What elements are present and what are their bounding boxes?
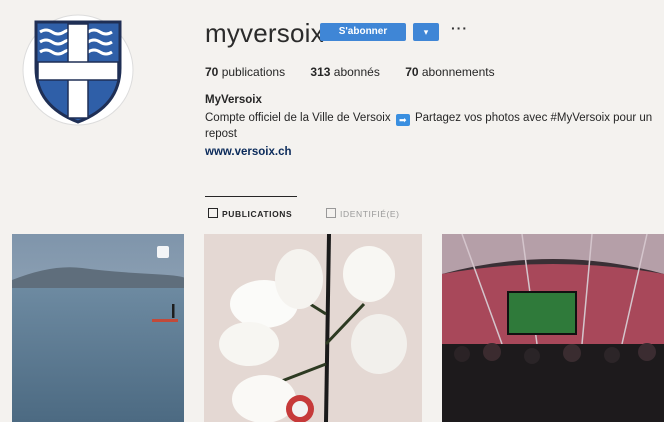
- profile-stats: 70 publications 313 abonnés 70 abonnemen…: [205, 65, 517, 79]
- active-tab-indicator: [205, 196, 297, 197]
- tab-publications[interactable]: PUBLICATIONS: [208, 208, 292, 219]
- screening-photo: [442, 234, 664, 422]
- follow-button[interactable]: S'abonner: [320, 23, 406, 41]
- lake-photo: [12, 234, 184, 422]
- coat-of-arms-icon: [22, 14, 134, 126]
- multiple-photos-icon: [157, 246, 169, 258]
- chevron-down-icon: ▾: [423, 27, 429, 37]
- post-thumbnail-orchid[interactable]: [204, 234, 422, 422]
- right-arrow-emoji-icon: ➡: [395, 114, 410, 126]
- bio-name: MyVersoix: [205, 94, 262, 106]
- followers-count[interactable]: 313 abonnés: [310, 65, 379, 79]
- bio-text: Compte officiel de la Ville de Versoix ➡…: [205, 112, 653, 140]
- more-options-button[interactable]: ···: [451, 20, 468, 36]
- posts-count: 70 publications: [205, 65, 286, 79]
- following-count[interactable]: 70 abonnements: [405, 65, 494, 79]
- more-icon: ···: [451, 20, 468, 36]
- grid-icon: [208, 208, 218, 218]
- tagged-icon: [326, 208, 336, 218]
- post-thumbnail-screening[interactable]: [442, 234, 664, 422]
- username: myversoix: [205, 18, 324, 48]
- website-link[interactable]: www.versoix.ch: [205, 146, 292, 158]
- suggestions-dropdown-button[interactable]: ▾: [413, 23, 439, 41]
- post-thumbnail-lake[interactable]: [12, 234, 184, 422]
- orchid-photo: [204, 234, 422, 422]
- avatar[interactable]: [22, 14, 134, 126]
- tab-tagged[interactable]: IDENTIFIÉ(E): [326, 208, 400, 219]
